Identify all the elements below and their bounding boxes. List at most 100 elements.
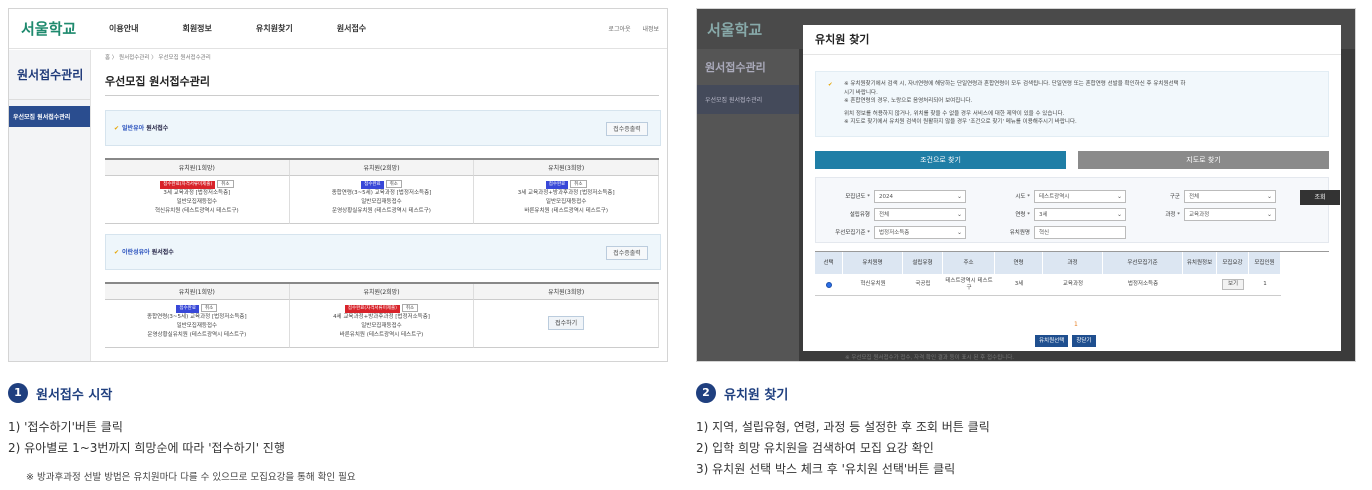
cancel-button[interactable]: 취소 [217,180,234,188]
sidebar-item-priority[interactable]: 우선모집 원서접수관리 [9,106,90,127]
table-header: 모집요강 [1217,252,1249,274]
table-header: 유치원(3희망) [474,160,659,176]
row-type: 국공립 [903,274,943,296]
general-child-box: ✔ 일반유아 원서접수 접수증출력 [105,110,661,146]
util-links: 로그아웃 내정보 [598,24,659,33]
chevron-down-icon: ⌄ [1266,211,1272,218]
priority-select[interactable]: 법정저소득층 ⌄ [874,226,966,239]
table-header: 주소 [943,252,995,274]
page-title: 우선모집 원서접수관리 [105,73,659,96]
tab-condition-search[interactable]: 조건으로 찾기 [815,151,1066,169]
my-info-link[interactable]: 내정보 [642,26,659,33]
row-course: 교육과정 [1043,274,1103,296]
step-number-badge: 1 [8,383,28,403]
table-header: 우선모집기준 [1103,252,1183,274]
close-button[interactable]: 창닫기 [1072,335,1096,347]
filter-panel: 모집년도 * 2024 ⌄ 시도 * 테스트광역시 ⌄ 구군 전체 ⌄ 조회 설립유형… [815,177,1340,243]
print-receipt-button[interactable]: 접수증출력 [606,246,648,260]
age-select[interactable]: 3세 ⌄ [1034,208,1126,221]
row-priority: 법정저소득층 [1103,274,1183,296]
type-select[interactable]: 전체 ⌄ [874,208,966,221]
cancel-button[interactable]: 취소 [385,180,402,188]
sido-select[interactable]: 테스트광역시 ⌄ [1034,190,1126,203]
cancel-button[interactable]: 취소 [200,304,218,312]
notice-box: ✔ ※ 유치원찾기에서 검색 시, 자녀연령에 해당하는 단일연령과 혼합연령이… [815,71,1329,137]
menu-item-apply[interactable]: 원서접수 [337,23,366,34]
step1-instructions: 1) '접수하기'버튼 클릭 2) 유아별로 1~3번까지 희망순에 따라 '접… [8,420,285,455]
table-header: 유치원(3희망) [474,284,659,300]
breadcrumb: 홈 〉 원서접수관리 〉 우선모집 원서접수관리 [105,55,211,61]
dimmed-footer-note: ※ 우선모집 원서접수가 접수, 자격 확인 결과 등이 표시 된 후 접수됩니… [845,355,1015,361]
top-nav: 서울학교 이용안내 회원정보 유치원찾기 원서접수 로그아웃 내정보 [9,9,667,49]
table-header: 선택 [815,252,843,274]
step2-header: 2 유치원 찾기 [696,383,788,403]
tab-map-search[interactable]: 지도로 찾기 [1078,151,1329,169]
view-guide-button[interactable]: 보기 [1221,279,1245,290]
row-count: 1 [1249,274,1281,296]
chevron-down-icon: ⌄ [1266,193,1272,200]
step1-header: 1 원서접수 시작 [8,383,112,403]
step2-title: 유치원 찾기 [724,387,789,403]
year-select[interactable]: 2024 ⌄ [874,190,966,203]
cancel-button[interactable]: 취소 [570,180,587,188]
choice-cell: 접수하기 [474,300,659,348]
page-number[interactable]: 1 [1074,321,1078,328]
course-select[interactable]: 교육과정 ⌄ [1184,208,1276,221]
menu-item-guide[interactable]: 이용안내 [109,23,138,34]
dimmed-logo: 서울학교 [707,21,763,39]
modal-title: 유치원 찾기 [803,25,1341,55]
main-content: 홈 〉 원서접수관리 〉 우선모집 원서접수관리 우선모집 원서접수관리 ✔ 일반… [105,53,661,348]
chevron-down-icon: ⌄ [956,193,962,200]
status-badge: 접수완료 [176,305,199,313]
logout-link[interactable]: 로그아웃 [608,26,630,33]
table-header: 유치원정보 [1183,252,1217,274]
select-radio-cell[interactable] [815,274,843,296]
select-kindergarten-button[interactable]: 유치원선택 [1035,335,1069,347]
name-input[interactable]: 혁신 [1034,226,1126,239]
sidebar: 원서접수관리 우선모집 원서접수관리 [9,50,91,361]
row-guide: 보기 [1217,274,1249,296]
chevron-down-icon: ⌄ [956,229,962,236]
table-header: 유치원(2희망) [289,284,475,300]
twin-choice-table: 유치원(1희망) 유치원(2희망) 유치원(3희망) 접수완료 취소 종합연령(3… [105,282,659,348]
table-header: 연령 [995,252,1043,274]
general-choice-table: 유치원(1희망) 유치원(2희망) 유치원(3희망) 접수완료(자격서류미제출)… [105,158,659,224]
check-icon: ✔ [114,249,120,256]
screenshot-find-kindergarten: 서울학교 원서접수관리 우선모집 원서접수관리 ※ 우선모집 원서접수가 접수,… [696,8,1356,362]
table-header: 유치원명 [843,252,903,274]
step1-note: ※ 방과후과정 선발 방법은 유치원마다 다를 수 있으므로 모집요강을 통해 … [26,472,356,483]
general-child-label: ✔ 일반유아 원서접수 [114,125,169,132]
menu-item-member[interactable]: 회원정보 [182,23,211,34]
search-button[interactable]: 조회 [1300,190,1340,205]
apply-button[interactable]: 접수하기 [548,316,585,330]
twin-child-box: ✔ 이란성유아 원서접수 접수증출력 [105,234,661,270]
search-tabs: 조건으로 찾기 지도로 찾기 [815,151,1329,169]
table-header: 과정 [1043,252,1103,274]
status-badge: 접수완료(자격서류미제출) [160,181,216,189]
check-icon: ✔ [828,82,833,88]
sidebar-title: 원서접수관리 [9,50,90,100]
dimmed-sidebar-title: 원서접수관리 [705,61,766,74]
status-badge: 접수완료(자격서류미제출) [344,305,400,313]
step2-instructions: 1) 지역, 설립유형, 연령, 과정 등 설정한 후 조회 버튼 클릭 2) … [696,420,990,476]
status-badge: 접수완료 [545,181,569,189]
table-header: 모집인원 [1249,252,1281,274]
row-info [1183,274,1217,296]
dimmed-sidebar-item: 우선모집 원서접수관리 [697,85,799,114]
main-menu: 이용안내 회원정보 유치원찾기 원서접수 [109,23,410,34]
print-receipt-button[interactable]: 접수증출력 [606,122,648,136]
chevron-down-icon: ⌄ [1116,193,1122,200]
select-radio[interactable] [826,281,832,288]
row-name: 혁신유치원 [843,274,903,296]
row-age: 3세 [995,274,1043,296]
menu-item-find[interactable]: 유치원찾기 [256,23,293,34]
step-number-badge: 2 [696,383,716,403]
choice-cell: 접수완료 취소 종합연령(3~5세) 교육과정 [법정저소득층] 일반모집재등접수… [105,300,290,348]
table-header: 유치원(2희망) [289,160,475,176]
site-logo[interactable]: 서울학교 [9,18,79,39]
twin-child-label: ✔ 이란성유아 원서접수 [114,249,174,256]
cancel-button[interactable]: 취소 [401,304,419,312]
chevron-down-icon: ⌄ [1116,211,1122,218]
find-kindergarten-modal: 유치원 찾기 ✔ ※ 유치원찾기에서 검색 시, 자녀연령에 해당하는 단일연령… [803,25,1341,351]
gugun-select[interactable]: 전체 ⌄ [1184,190,1276,203]
